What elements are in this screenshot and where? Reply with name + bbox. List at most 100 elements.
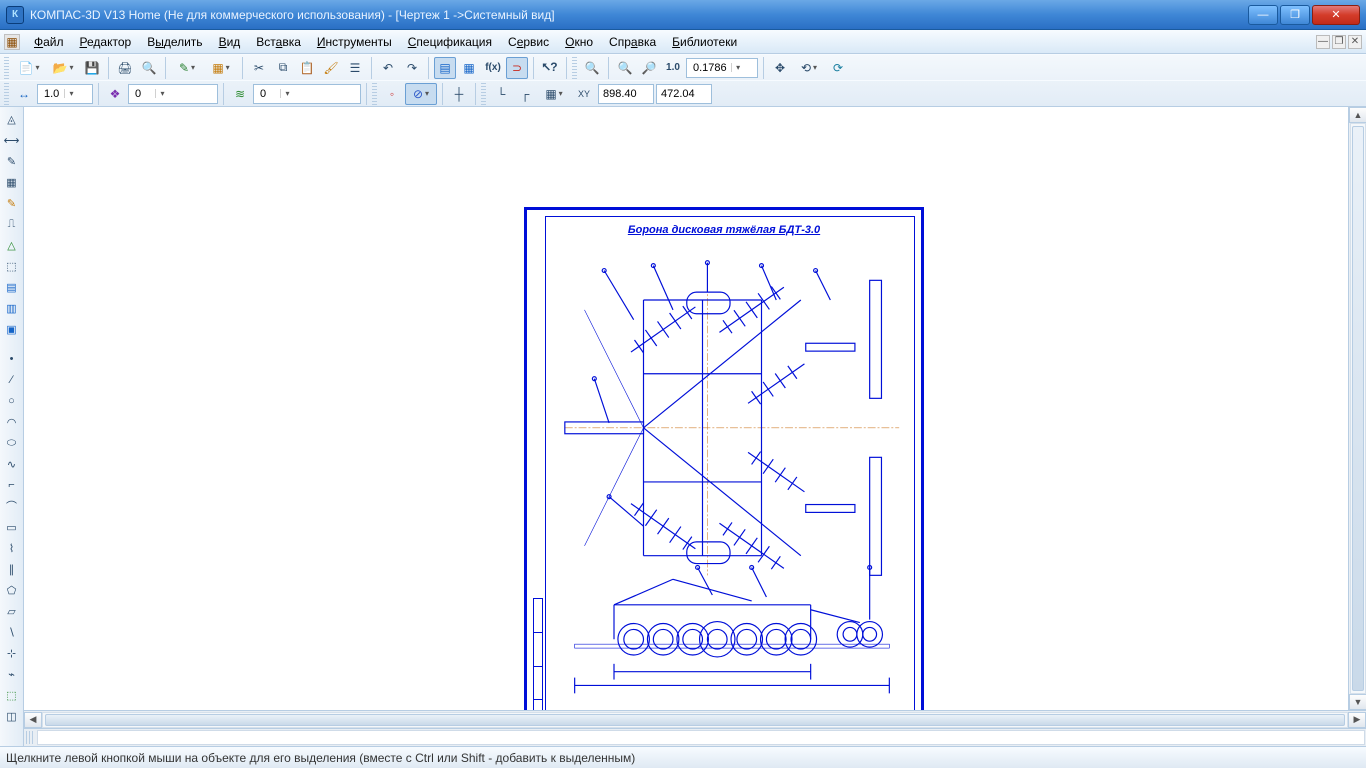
panel-grip[interactable] — [26, 731, 34, 744]
properties-panel-button[interactable]: ☰ — [344, 57, 366, 79]
scale-combo[interactable]: 1.0▾ — [37, 84, 93, 104]
pan-button[interactable]: ✥ — [769, 57, 791, 79]
close-button[interactable]: ✕ — [1312, 5, 1360, 25]
zoom-out-button[interactable]: 🔎 — [638, 57, 660, 79]
geometry-tool[interactable]: ◬ — [2, 109, 22, 129]
dimension-tool[interactable]: ⟷ — [2, 130, 22, 150]
zoom-in-button[interactable]: 🔍 — [614, 57, 636, 79]
edit-tool[interactable]: ✎ — [2, 193, 22, 213]
spec-tool[interactable]: ▤ — [2, 277, 22, 297]
contour-tool[interactable]: ⬚ — [2, 685, 22, 705]
reports-tool[interactable]: ▥ — [2, 298, 22, 318]
undo-button[interactable]: ↶ — [377, 57, 399, 79]
fx-button[interactable]: f(x) — [482, 57, 504, 79]
menu-insert[interactable]: Вставка — [248, 32, 309, 52]
variables-button[interactable]: ▦ — [458, 57, 480, 79]
select-tool[interactable]: ⬚ — [2, 256, 22, 276]
drawing-canvas[interactable]: Борона дисковая тяжёлая БДТ-3.0 КР01.00.… — [24, 107, 1348, 710]
scroll-left-button[interactable]: ◀ — [24, 712, 42, 728]
manager-button[interactable]: ▤ — [434, 57, 456, 79]
zoom-combo[interactable]: 0.1786 ▾ — [686, 58, 758, 78]
spline-tool[interactable]: ∿ — [2, 454, 22, 474]
attributes-button[interactable]: ✎ — [171, 57, 203, 79]
toolbar-grip[interactable] — [4, 57, 9, 79]
line-tool[interactable]: ∕ — [2, 370, 22, 390]
zoom-window-button[interactable]: 🔍 — [581, 57, 603, 79]
mdi-restore-button[interactable]: ❐ — [1332, 35, 1346, 49]
magnet-button[interactable]: ⊃ — [506, 57, 528, 79]
chamfer-tool[interactable]: ⌐ — [2, 475, 22, 495]
menu-view[interactable]: Вид — [211, 32, 249, 52]
scroll-right-button[interactable]: ▶ — [1348, 712, 1366, 728]
circle-tool[interactable]: ○ — [2, 391, 22, 411]
coord-x[interactable]: 898.40 — [598, 84, 654, 104]
region-tool[interactable]: ▱ — [2, 601, 22, 621]
ellipse-tool[interactable]: ⬭ — [2, 433, 22, 453]
scroll-down-button[interactable]: ▼ — [1349, 694, 1366, 710]
mdi-minimize-button[interactable]: — — [1316, 35, 1330, 49]
break-tool[interactable]: ⌁ — [2, 664, 22, 684]
text-tool[interactable]: ✎ — [2, 151, 22, 171]
paste-button[interactable]: 📋 — [296, 57, 318, 79]
menu-editor[interactable]: Редактор — [72, 32, 140, 52]
save-button[interactable]: 💾 — [81, 57, 103, 79]
open-button[interactable]: 📂 — [47, 57, 79, 79]
axis-tool[interactable]: ⊹ — [2, 643, 22, 663]
ngon-tool[interactable]: ⬠ — [2, 580, 22, 600]
menu-selection[interactable]: Выделить — [139, 32, 210, 52]
menu-libs[interactable]: Библиотеки — [664, 32, 745, 52]
properties-button[interactable]: ▦ — [205, 57, 237, 79]
vertical-scrollbar[interactable]: ▲ ▼ — [1348, 107, 1366, 710]
toolbar-grip[interactable] — [4, 83, 9, 105]
horizontal-scrollbar[interactable]: ◀ ▶ — [24, 710, 1366, 728]
copy-button[interactable]: ⧉ — [272, 57, 294, 79]
minimize-button[interactable]: — — [1248, 5, 1278, 25]
snap-button[interactable]: ⊘ — [405, 83, 437, 105]
status-bar: Щелкните левой кнопкой мыши на объекте д… — [0, 746, 1366, 768]
ortho-button[interactable]: ┼ — [448, 83, 470, 105]
toolbar-grip[interactable] — [372, 83, 377, 105]
style-combo[interactable]: 0▾ — [253, 84, 361, 104]
offset-tool[interactable]: ∥ — [2, 559, 22, 579]
maximize-button[interactable]: ❐ — [1280, 5, 1310, 25]
menu-spec[interactable]: Спецификация — [400, 32, 500, 52]
point-tool[interactable]: • — [2, 349, 22, 369]
menu-window[interactable]: Окно — [557, 32, 601, 52]
polyline-tool[interactable]: ⌇ — [2, 538, 22, 558]
rect-tool[interactable]: ▭ — [2, 517, 22, 537]
coord-y[interactable]: 472.04 — [656, 84, 712, 104]
redo-button[interactable]: ↷ — [401, 57, 423, 79]
print-button[interactable]: 🖨 — [114, 57, 136, 79]
refresh-button[interactable]: ⟳ — [827, 57, 849, 79]
document-icon[interactable]: ▦ — [4, 34, 20, 50]
hatch-tool[interactable]: ▦ — [2, 172, 22, 192]
help-cursor-button[interactable]: ⭦? — [539, 57, 561, 79]
zoom-prev-button[interactable]: ⟲ — [793, 57, 825, 79]
print-preview-button[interactable]: 🔍 — [138, 57, 160, 79]
menu-file[interactable]: Файл — [26, 32, 72, 52]
stop-button[interactable]: ◦ — [381, 83, 403, 105]
measure-tool[interactable]: △ — [2, 235, 22, 255]
coord-origin-button[interactable]: └ — [490, 83, 512, 105]
cut-button[interactable]: ✂ — [248, 57, 270, 79]
param-tool[interactable]: ⎍ — [2, 214, 22, 234]
grid-button[interactable]: ▦ — [538, 83, 570, 105]
coord-step-button[interactable]: ┌ — [514, 83, 536, 105]
aux-tool[interactable]: ∖ — [2, 622, 22, 642]
new-button[interactable]: 📄 — [13, 57, 45, 79]
bottom-panel[interactable] — [24, 728, 1366, 746]
layer-combo[interactable]: 0▾ — [128, 84, 218, 104]
menu-service[interactable]: Сервис — [500, 32, 557, 52]
mdi-close-button[interactable]: ✕ — [1348, 35, 1362, 49]
arc-tool[interactable]: ◠ — [2, 412, 22, 432]
menu-help[interactable]: Справка — [601, 32, 664, 52]
zoom-scale-button[interactable]: 1.0 — [662, 57, 684, 79]
scroll-up-button[interactable]: ▲ — [1349, 107, 1366, 123]
toolbar-grip[interactable] — [572, 57, 577, 79]
toolbar-grip[interactable] — [481, 83, 486, 105]
insert-tool[interactable]: ▣ — [2, 319, 22, 339]
fillet-tool[interactable]: ⌒ — [2, 496, 22, 516]
menu-tools[interactable]: Инструменты — [309, 32, 400, 52]
equidist-tool[interactable]: ◫ — [2, 706, 22, 726]
format-paint-button[interactable]: 🖌 — [320, 57, 342, 79]
